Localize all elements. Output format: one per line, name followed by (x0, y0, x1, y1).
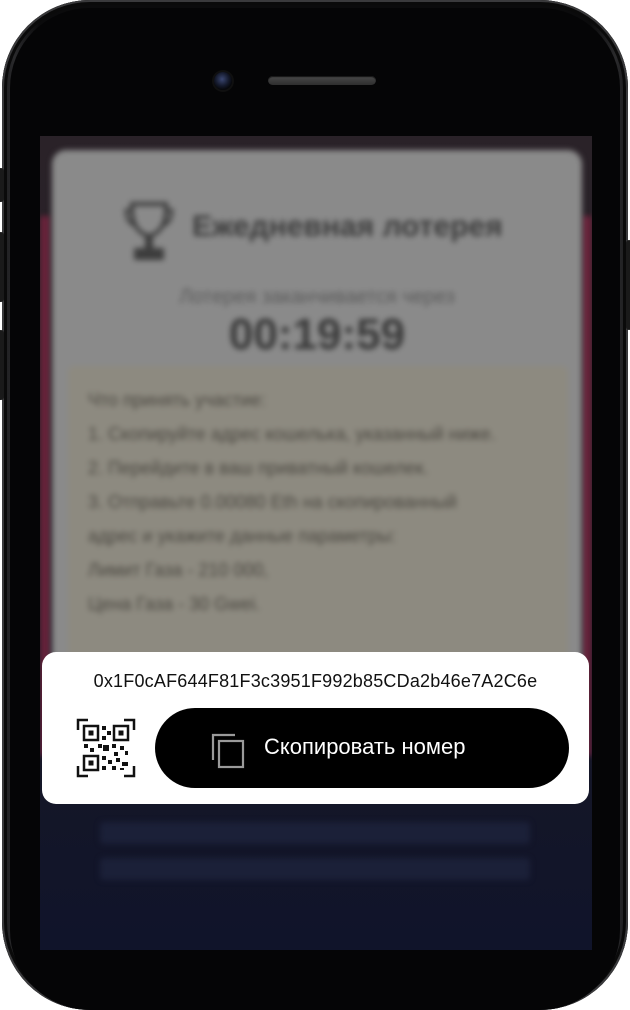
copy-button-label: Скопировать номер (264, 734, 466, 759)
wallet-popup: 0x1F0cAF644F81F3c3951F992b85CDa2b46e7A2C… (42, 652, 589, 804)
instruction-line: 1. Скопируйте адрес кошелька, указанный … (88, 424, 496, 444)
instructions-box: Что принять участие: 1. Скопируйте адрес… (68, 366, 568, 696)
instruction-line: 2. Перейдите в ваш приватный кошелек. (88, 458, 429, 478)
power-button (626, 240, 630, 330)
lottery-title: Ежедневная лотерея (192, 210, 503, 243)
lottery-card: Ежедневная лотерея Лотерея заканчивается… (52, 150, 582, 696)
wallet-address[interactable]: 0x1F0cAF644F81F3c3951F992b85CDa2b46e7A2C… (42, 671, 589, 692)
blurred-footer (100, 808, 530, 948)
earpiece-speaker (268, 76, 376, 85)
lottery-ends-label: Лотерея заканчивается через (179, 286, 455, 308)
instruction-line: Цена Газа - 30 Gwei. (88, 594, 261, 614)
copy-icon (211, 733, 245, 769)
lottery-timer: 00:19:59 (228, 310, 406, 359)
instruction-line: 3. Отправьте 0.00080 Eth на скопированны… (88, 492, 457, 512)
trophy-icon (124, 202, 174, 260)
instruction-line: адрес и укажите данные параметры: (88, 526, 397, 546)
screen: Ежедневная лотерея Лотерея заканчивается… (40, 136, 592, 950)
copy-address-button[interactable]: Скопировать номер (155, 708, 569, 788)
qr-code-icon[interactable] (76, 718, 136, 778)
instruction-line: Что принять участие: (88, 390, 266, 410)
phone-frame: Ежедневная лотерея Лотерея заканчивается… (0, 0, 630, 1010)
volume-down-button (0, 330, 4, 400)
volume-up-button (0, 232, 4, 302)
silent-switch (0, 168, 4, 202)
instruction-line: Лимит Газа - 210 000, (88, 560, 269, 580)
front-camera (214, 72, 232, 90)
